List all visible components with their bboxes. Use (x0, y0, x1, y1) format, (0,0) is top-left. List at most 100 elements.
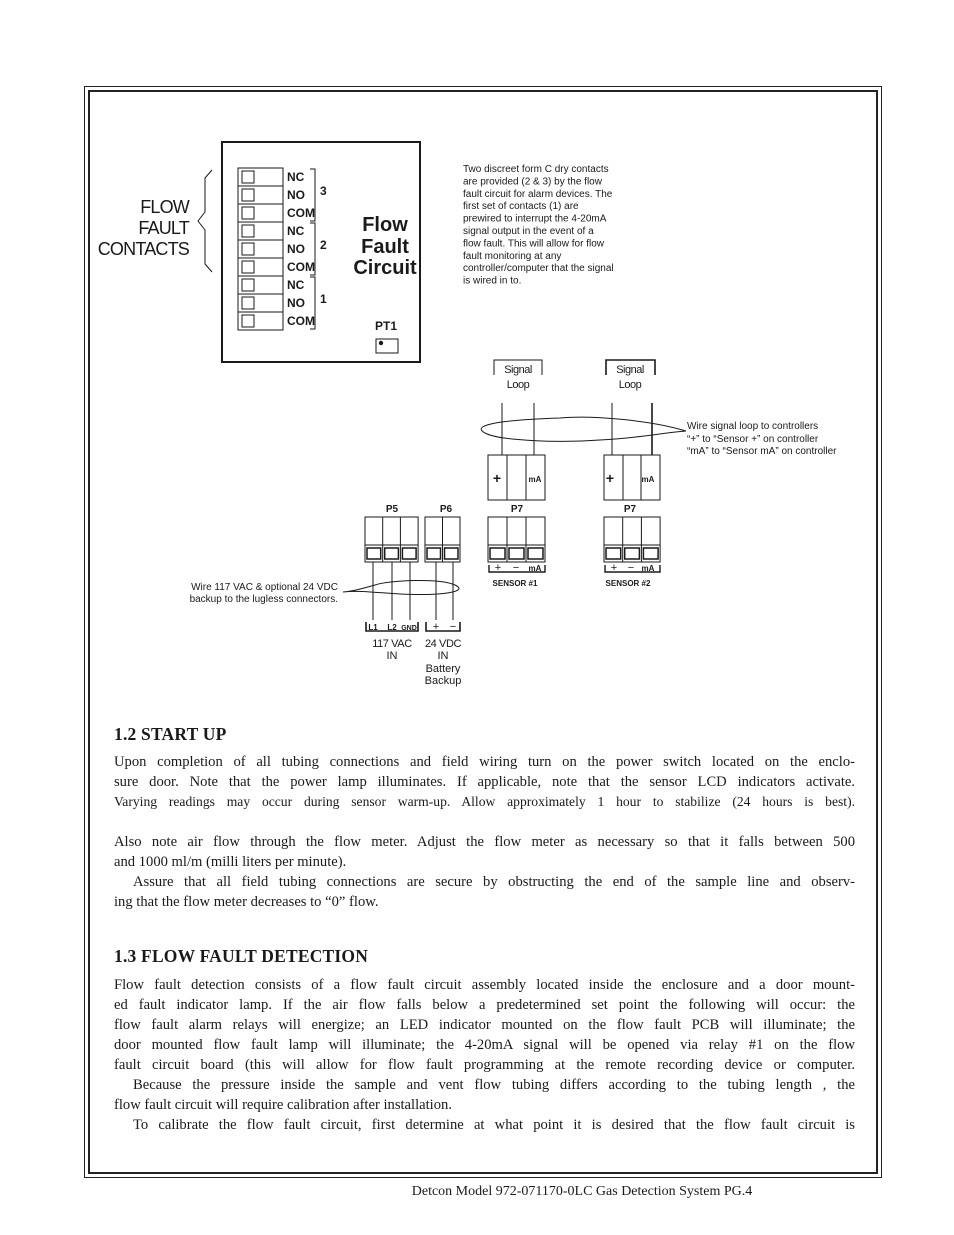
terminal-screw (241, 296, 255, 310)
paragraph-line: Because the pressure inside the sample a… (133, 1077, 855, 1093)
paragraph-line: ing that the flow meter decreases to “0”… (114, 894, 379, 910)
contacts-note: Two discreet form C dry contactsare prov… (463, 164, 614, 287)
circuit-title: Flow Fault Circuit (353, 214, 417, 279)
signal-loop-note: Wire signal loop to controllers “+” to “… (687, 421, 837, 457)
svg-text:P6: P6 (440, 504, 453, 515)
contact-label: NO (287, 242, 305, 256)
terminal-screw (508, 547, 525, 560)
svg-text:FAULT: FAULT (138, 218, 189, 238)
svg-text:SENSOR #1: SENSOR #1 (493, 579, 538, 588)
terminal-screw (241, 206, 255, 220)
page-footer: Detcon Model 972-071170-0LC Gas Detectio… (411, 1184, 753, 1199)
terminal-screw (241, 224, 255, 238)
terminal-screw (241, 170, 255, 184)
svg-text:+: + (611, 562, 617, 574)
terminal-screw (489, 547, 506, 560)
svg-text:−: − (450, 621, 456, 633)
svg-text:117 VAC: 117 VAC (372, 638, 412, 650)
svg-text:Battery: Battery (426, 663, 461, 675)
svg-text:Circuit: Circuit (353, 257, 417, 279)
note-line: flow fault. This will allow for flow (463, 238, 605, 249)
paragraph-line: Flow fault detection consists of a flow … (114, 977, 855, 993)
svg-text:SENSOR #2: SENSOR #2 (606, 579, 651, 588)
svg-text:Loop: Loop (619, 379, 642, 391)
svg-text:IN: IN (438, 650, 449, 662)
svg-text:Flow: Flow (362, 214, 408, 236)
svg-text:2: 2 (320, 238, 327, 252)
note-line: are provided (2 & 3) by the flow (463, 176, 603, 187)
paragraph-line: sure door. Note that the power lamp illu… (114, 774, 855, 790)
terminal-screw (426, 547, 442, 560)
svg-text:IN: IN (387, 650, 398, 662)
svg-text:P5: P5 (386, 504, 399, 515)
pt1-potentiometer (375, 338, 399, 354)
power-bundle-ellipse (342, 580, 460, 596)
contact-label: NC (287, 170, 305, 184)
svg-text:“mA” to “Sensor mA” on control: “mA” to “Sensor mA” on controller (687, 446, 837, 457)
svg-text:FLOW: FLOW (140, 197, 190, 217)
svg-text:mA: mA (529, 564, 542, 573)
power-note: Wire 117 VAC & optional 24 VDC backup to… (190, 582, 338, 605)
svg-text:Wire 117 VAC & optional 24 VDC: Wire 117 VAC & optional 24 VDC (191, 582, 338, 593)
svg-text:mA: mA (642, 564, 655, 573)
note-line: fault monitoring at any (463, 251, 561, 262)
svg-text:L2: L2 (387, 623, 397, 632)
svg-text:GND: GND (401, 625, 417, 632)
note-line: prewired to interrupt the 4-20mA (463, 214, 607, 225)
svg-text:mA: mA (529, 475, 542, 484)
note-line: is wired in to. (463, 276, 521, 287)
svg-text:backup to the lugless connecto: backup to the lugless connectors. (190, 594, 338, 605)
paragraph-line: Upon completion of all tubing connection… (114, 754, 855, 770)
svg-text:Fault: Fault (361, 236, 409, 258)
terminal-block (364, 516, 419, 563)
svg-text:P7: P7 (511, 504, 524, 515)
svg-text:Backup: Backup (425, 675, 462, 687)
terminal-screw (527, 547, 544, 560)
signal-bundle-ellipse (480, 416, 687, 442)
svg-text:+: + (433, 621, 439, 633)
paragraph-line: door mounted flow fault lamp will illumi… (114, 1037, 855, 1053)
svg-text:−: − (628, 562, 634, 574)
section-heading-flow-fault-detection: 1.3 FLOW FAULT DETECTION (114, 946, 369, 966)
contact-label: NC (287, 278, 305, 292)
svg-text:+: + (495, 562, 501, 574)
signal-loop-labels: Signal Loop Signal Loop (504, 364, 644, 391)
paragraph-line: fault circuit board (this will allow for… (114, 1057, 855, 1073)
terminal-screw (605, 547, 622, 560)
terminal-screw (623, 547, 641, 560)
contact-label: COM (287, 206, 315, 220)
svg-text:P7: P7 (624, 504, 637, 515)
svg-text:Loop: Loop (507, 379, 530, 391)
terminal-block (603, 516, 661, 563)
p7-upper-labels: + mA + mA (493, 470, 655, 486)
svg-text:CONTACTS: CONTACTS (98, 239, 190, 259)
svg-text:mA: mA (642, 475, 655, 484)
contact-label: COM (287, 260, 315, 274)
terminal-screw (401, 547, 417, 560)
terminal-screw (241, 278, 255, 292)
terminal-screw (241, 188, 255, 202)
svg-text:Signal: Signal (504, 364, 532, 376)
brace (197, 169, 213, 273)
terminal-block (487, 516, 546, 563)
paragraph-line: Assure that all field tubing connections… (133, 874, 855, 890)
section-heading-start-up: 1.2 START UP (114, 724, 227, 744)
sensor-terminal-labels: + − mA + − mA SENSOR #1 SENSOR #2 (493, 562, 655, 588)
contact-label: NC (287, 224, 305, 238)
paragraph-line: flow fault alarm relays will energize; a… (114, 1017, 855, 1033)
paragraph-line: and 1000 ml/m (milli liters per minute). (114, 854, 347, 870)
terminal-screw (383, 547, 400, 560)
terminal-screw (241, 260, 255, 274)
note-line: signal output in the event of a (463, 226, 594, 237)
note-line: first set of contacts (1) are (463, 201, 579, 212)
contact-label: COM (287, 314, 315, 328)
paragraph-line: flow fault circuit will require calibrat… (114, 1097, 452, 1113)
paragraph-line: Also note air flow through the flow mete… (114, 834, 855, 850)
note-line: Two discreet form C dry contacts (463, 164, 609, 175)
connector-labels: P5 P6 P7 P7 (386, 504, 637, 515)
contact-label: NO (287, 296, 305, 310)
svg-text:Signal: Signal (616, 364, 644, 376)
flow-fault-contacts-label: FLOW FAULT CONTACTS (98, 197, 191, 259)
svg-text:3: 3 (320, 184, 327, 198)
pt1-label: PT1 (375, 319, 397, 333)
